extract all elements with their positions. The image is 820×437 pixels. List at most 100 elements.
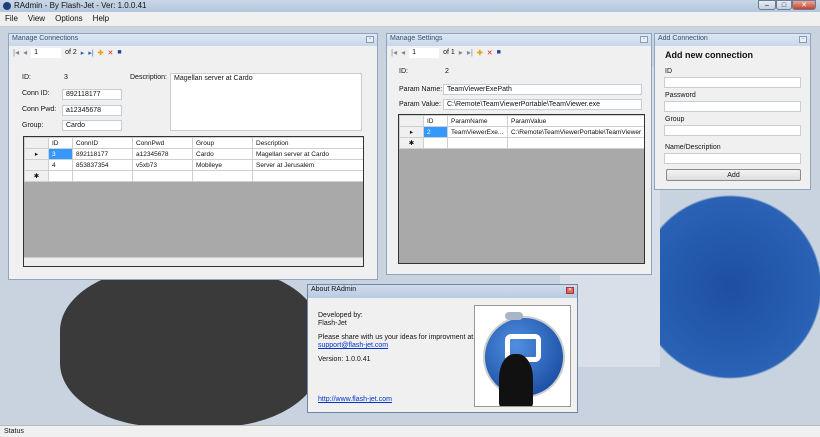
prev-icon[interactable]: ◂	[23, 48, 27, 57]
cell[interactable]: C:\Remote\TeamViewerPortable\TeamViewer	[507, 126, 644, 138]
close-icon[interactable]: ▫	[366, 36, 374, 43]
password-input[interactable]	[664, 101, 801, 112]
cell[interactable]: 892118177	[72, 148, 133, 160]
title-bar: RAdmin - By Flash-Jet - Ver: 1.0.0.41 – …	[0, 0, 820, 12]
column-header[interactable]: Group	[192, 137, 253, 149]
cell[interactable]: 2	[423, 126, 448, 138]
param-value-label: Param Value:	[399, 101, 441, 108]
add-icon[interactable]: ✚	[98, 49, 104, 57]
column-header[interactable]: Description	[252, 137, 363, 149]
next-icon[interactable]: ▸	[459, 48, 463, 57]
window-title: Manage Connections	[12, 35, 79, 42]
prev-icon[interactable]: ◂	[401, 48, 405, 57]
page-count: of 1	[443, 49, 455, 56]
description-input[interactable]	[664, 153, 801, 164]
add-connection-window: Add Connection ▫ Add new connection ID Pa…	[654, 33, 811, 190]
window-title: Manage Settings	[390, 35, 443, 42]
conn-id-input[interactable]: 892118177	[62, 89, 122, 100]
param-value-input[interactable]: C:\Remote\TeamViewerPortable\TeamViewer.…	[443, 99, 642, 110]
save-icon[interactable]: ■	[117, 49, 121, 56]
menu-view[interactable]: View	[23, 12, 50, 25]
id-value: 2	[445, 68, 449, 75]
group-input[interactable]: Cardo	[62, 120, 122, 131]
page-input[interactable]: 1	[409, 47, 440, 58]
add-icon[interactable]: ✚	[477, 49, 483, 57]
menu-file[interactable]: File	[0, 12, 23, 25]
table-row[interactable]: ▸ 3 892118177 a12345678 Cardo Magellan server…	[24, 148, 363, 160]
window-title: Add Connection	[658, 35, 708, 42]
last-icon[interactable]: ▸|	[467, 48, 473, 57]
group-label: Group	[665, 116, 685, 123]
first-icon[interactable]: |◂	[391, 48, 397, 57]
feedback-text: Please share with us your ideas for impr…	[318, 334, 476, 341]
param-name-label: Param Name:	[399, 86, 443, 93]
cell[interactable]: Server at Jerusalem	[252, 159, 363, 171]
status-bar: Status	[0, 425, 820, 437]
add-button[interactable]: Add	[666, 169, 801, 181]
group-input[interactable]	[664, 125, 801, 136]
about-dialog: About RAdmin ✕ Developed by: Flash-Jet Pl…	[307, 284, 578, 413]
app-logo	[474, 305, 571, 407]
version-text: Version: 1.0.0.41	[318, 356, 371, 363]
new-row[interactable]: ✱	[399, 137, 644, 149]
id-label: ID	[665, 68, 672, 75]
column-header[interactable]: ParamValue	[507, 115, 644, 127]
id-label: ID:	[22, 74, 31, 81]
navigator-toolbar: |◂ ◂ 1 of 2 ▸ ▸| ✚ ✕ ■	[9, 46, 377, 59]
last-icon[interactable]: ▸|	[88, 49, 93, 57]
column-header[interactable]: ConnPwd	[132, 137, 193, 149]
horizontal-scrollbar[interactable]	[24, 257, 363, 266]
developer-name: Flash-Jet	[318, 320, 347, 327]
maximize-button[interactable]: □	[776, 0, 792, 10]
delete-icon[interactable]: ✕	[487, 49, 493, 57]
background-image	[60, 267, 320, 425]
table-row[interactable]: ▸ 2 TeamViewerExe... C:\Remote\TeamViewerPo…	[399, 126, 644, 138]
page-input[interactable]: 1	[31, 47, 62, 58]
cell[interactable]: a12345678	[132, 148, 193, 160]
manage-settings-window: Manage Settings ▫ |◂ ◂ 1 of 1 ▸ ▸| ✚ ✕ ■ ID: …	[386, 33, 652, 275]
description-input[interactable]: Magellan server at Cardo	[170, 73, 362, 131]
app-icon	[3, 2, 11, 10]
cell[interactable]: v5xb73	[132, 159, 193, 171]
column-header[interactable]: ID	[423, 115, 448, 127]
page-count: of 2	[65, 49, 77, 56]
group-label: Group:	[22, 122, 44, 129]
conn-id-label: Conn ID:	[22, 90, 50, 97]
description-label: Name/Description	[665, 144, 721, 151]
column-header[interactable]: ConnID	[72, 137, 133, 149]
support-email-link[interactable]: support@flash-jet.com	[318, 342, 388, 349]
menu-help[interactable]: Help	[88, 12, 114, 25]
cell[interactable]: 4	[48, 159, 73, 171]
password-label: Password	[665, 92, 696, 99]
delete-icon[interactable]: ✕	[108, 49, 114, 57]
close-button[interactable]: ✕	[792, 0, 816, 10]
close-icon[interactable]: ▫	[640, 36, 648, 43]
minimize-button[interactable]: –	[758, 0, 776, 10]
website-link[interactable]: http://www.flash-jet.com	[318, 396, 392, 403]
conn-pwd-input[interactable]: a12345678	[62, 105, 122, 116]
window-title: RAdmin - By Flash-Jet - Ver: 1.0.0.41	[14, 1, 147, 10]
cell[interactable]: Mobileye	[192, 159, 253, 171]
close-button[interactable]: ✕	[566, 287, 574, 294]
id-input[interactable]	[664, 77, 801, 88]
param-name-input[interactable]: TeamViewerExePath	[443, 84, 642, 95]
table-row[interactable]: 4 853837354 v5xb73 Mobileye Server at Jerusa…	[24, 159, 363, 171]
save-icon[interactable]: ■	[497, 49, 501, 56]
cell[interactable]: 3	[48, 148, 73, 160]
next-icon[interactable]: ▸	[81, 49, 85, 57]
new-row[interactable]: ✱	[24, 170, 363, 182]
close-icon[interactable]: ▫	[799, 36, 807, 43]
cell[interactable]: Magellan server at Cardo	[252, 148, 363, 160]
column-header[interactable]: ID	[48, 137, 73, 149]
cell[interactable]: 853837354	[72, 159, 133, 171]
cell[interactable]: Cardo	[192, 148, 253, 160]
column-header[interactable]: ParamName	[447, 115, 508, 127]
form-heading: Add new connection	[665, 50, 754, 60]
menu-options[interactable]: Options	[50, 12, 88, 25]
connections-grid: ID ConnID ConnPwd Group Description ▸ 3 892118…	[23, 136, 364, 267]
conn-pwd-label: Conn Pwd:	[22, 106, 57, 113]
menu-bar: File View Options Help	[0, 12, 820, 27]
cell[interactable]: TeamViewerExe...	[447, 126, 508, 138]
developed-by-label: Developed by:	[318, 312, 363, 319]
first-icon[interactable]: |◂	[13, 48, 19, 57]
